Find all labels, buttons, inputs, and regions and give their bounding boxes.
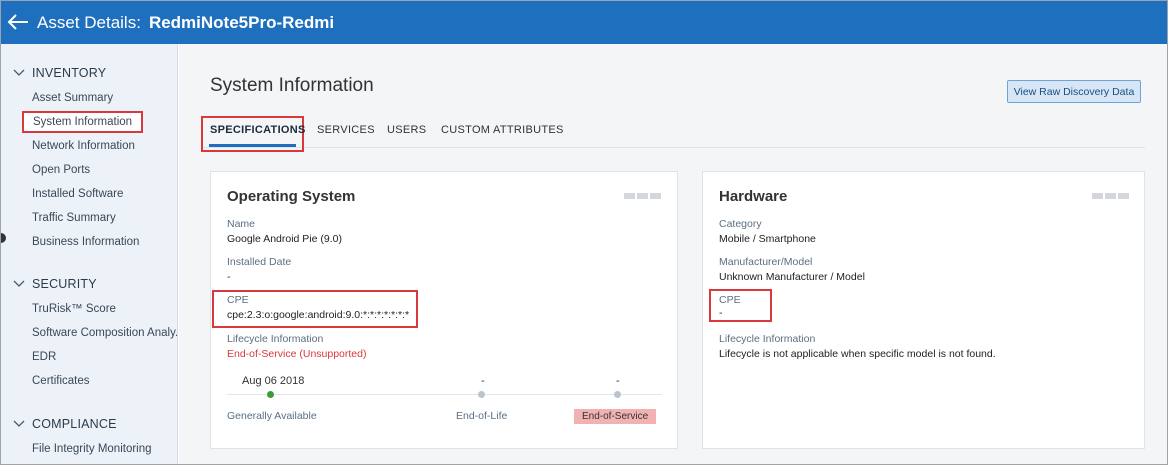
timeline-eol-label: End-of-Life <box>456 410 508 422</box>
sidebar-item-trurisk-score[interactable]: TruRisk™ Score <box>32 303 116 315</box>
timeline-eol-dot <box>478 391 485 398</box>
app-window: Asset Details: RedmiNote5Pro-Redmi INVEN… <box>0 0 1168 465</box>
chevron-down-icon <box>13 69 25 76</box>
os-installed-date-label: Installed Date <box>227 256 292 268</box>
hw-category-label: Category <box>719 218 762 230</box>
header-title-prefix: Asset Details: <box>37 12 141 32</box>
sidebar: INVENTORY Asset Summary System Informati… <box>1 44 178 464</box>
timeline-eol-date: - <box>481 375 485 387</box>
arrow-left-icon[interactable] <box>5 1 35 44</box>
hw-cpe-value: - <box>719 307 723 319</box>
header-bar: Asset Details: RedmiNote5Pro-Redmi <box>1 1 1167 44</box>
os-lifecycle-label: Lifecycle Information <box>227 333 324 345</box>
hardware-card: Hardware Category Mobile / Smartphone Ma… <box>702 171 1145 449</box>
timeline-ga-dot <box>267 391 274 398</box>
tab-services[interactable]: SERVICES <box>317 124 375 136</box>
timeline-ga-date: Aug 06 2018 <box>242 375 305 387</box>
hw-manufacturer-value: Unknown Manufacturer / Model <box>719 271 865 283</box>
hw-manufacturer-label: Manufacturer/Model <box>719 256 813 268</box>
view-raw-discovery-data-button[interactable]: View Raw Discovery Data <box>1007 80 1141 103</box>
tab-users[interactable]: USERS <box>387 124 426 136</box>
card-menu-icon[interactable] <box>1092 193 1129 199</box>
operating-system-card: Operating System Name Google Android Pie… <box>210 171 678 449</box>
os-name-label: Name <box>227 218 256 230</box>
sidebar-item-system-information[interactable]: System Information <box>22 111 144 133</box>
hw-category-value: Mobile / Smartphone <box>719 233 816 245</box>
os-installed-date-value: - <box>227 271 231 283</box>
card-title: Operating System <box>227 188 356 205</box>
sidebar-item-installed-software[interactable]: Installed Software <box>32 188 123 200</box>
main-content: System Information View Raw Discovery Da… <box>179 44 1167 464</box>
timeline-eos-dot <box>614 391 621 398</box>
timeline-eos-date: - <box>616 375 620 387</box>
sidebar-item-edr[interactable]: EDR <box>32 351 56 363</box>
sidebar-item-network-information[interactable]: Network Information <box>32 140 135 152</box>
page-title: System Information <box>210 75 374 96</box>
tab-specifications[interactable]: SPECIFICATIONS <box>210 124 306 136</box>
sidebar-section-security[interactable]: SECURITY <box>13 277 97 291</box>
sidebar-section-inventory[interactable]: INVENTORY <box>13 66 106 80</box>
chevron-down-icon <box>13 420 25 427</box>
sidebar-section-label: SECURITY <box>32 277 97 291</box>
header-asset-name: RedmiNote5Pro-Redmi <box>148 12 335 32</box>
timeline-eos-badge: End-of-Service <box>574 409 657 424</box>
hw-lifecycle-value: Lifecycle is not applicable when specifi… <box>719 348 996 360</box>
timeline-line <box>227 394 662 395</box>
sidebar-item-traffic-summary[interactable]: Traffic Summary <box>32 212 116 224</box>
sidebar-item-software-composition[interactable]: Software Composition Analy... <box>32 327 177 339</box>
sidebar-item-asset-summary[interactable]: Asset Summary <box>32 92 113 104</box>
os-name-value: Google Android Pie (9.0) <box>227 233 342 245</box>
sidebar-item-business-information[interactable]: Business Information <box>32 236 139 248</box>
sidebar-section-compliance[interactable]: COMPLIANCE <box>13 417 117 431</box>
card-title: Hardware <box>719 188 788 205</box>
sidebar-item-open-ports[interactable]: Open Ports <box>32 164 90 176</box>
sidebar-section-label: INVENTORY <box>32 66 107 80</box>
hw-cpe-label: CPE <box>719 294 741 306</box>
card-menu-icon[interactable] <box>624 193 661 199</box>
sidebar-item-certificates[interactable]: Certificates <box>32 375 90 387</box>
hw-lifecycle-label: Lifecycle Information <box>719 333 816 345</box>
tab-active-indicator <box>209 144 296 147</box>
sidebar-section-label: COMPLIANCE <box>32 417 117 431</box>
tab-bar: SPECIFICATIONS SERVICES USERS CUSTOM ATT… <box>201 116 1145 152</box>
sidebar-item-file-integrity-monitoring[interactable]: File Integrity Monitoring <box>32 443 152 455</box>
os-cpe-label: CPE <box>227 294 249 306</box>
timeline-ga-label: Generally Available <box>227 410 317 422</box>
os-lifecycle-value: End-of-Service (Unsupported) <box>227 348 367 360</box>
chevron-down-icon <box>13 280 25 287</box>
tab-custom-attributes[interactable]: CUSTOM ATTRIBUTES <box>441 124 564 136</box>
os-cpe-value: cpe:2.3:o:google:android:9.0:*:*:*:*:*:*… <box>227 309 410 321</box>
